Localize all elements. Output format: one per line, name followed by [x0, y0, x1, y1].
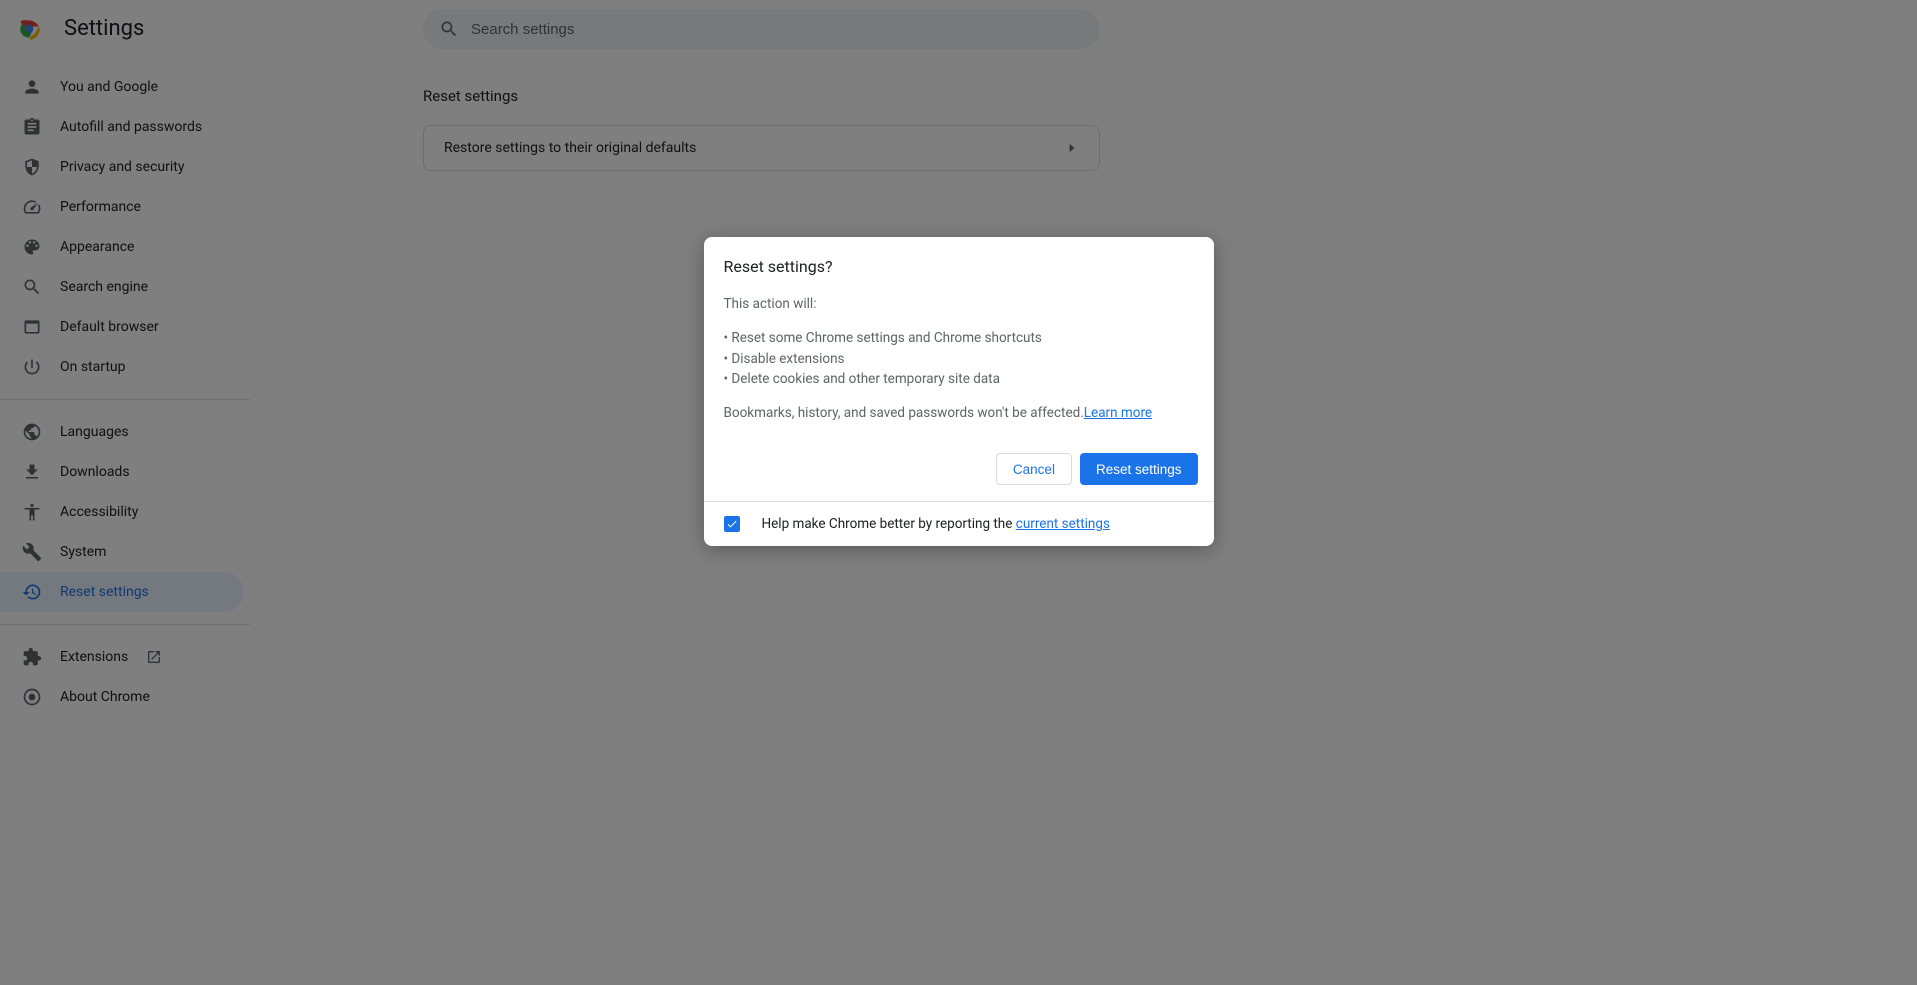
reset-settings-button[interactable]: Reset settings: [1080, 453, 1198, 485]
modal-overlay[interactable]: Reset settings? This action will: • Rese…: [0, 0, 1917, 985]
dialog-text: This action will: • Reset some Chrome se…: [724, 294, 1194, 423]
current-settings-link[interactable]: current settings: [1016, 516, 1110, 532]
cancel-button[interactable]: Cancel: [996, 453, 1072, 485]
report-settings-checkbox[interactable]: [724, 516, 740, 532]
dialog-title: Reset settings?: [724, 257, 1194, 276]
dialog-bullets: • Reset some Chrome settings and Chrome …: [724, 328, 1194, 389]
reset-settings-dialog: Reset settings? This action will: • Rese…: [704, 237, 1214, 546]
dialog-intro: This action will:: [724, 294, 1194, 314]
dialog-outro: Bookmarks, history, and saved passwords …: [724, 403, 1194, 423]
dialog-footer-text: Help make Chrome better by reporting the…: [762, 516, 1110, 532]
learn-more-link[interactable]: Learn more: [1084, 405, 1152, 421]
